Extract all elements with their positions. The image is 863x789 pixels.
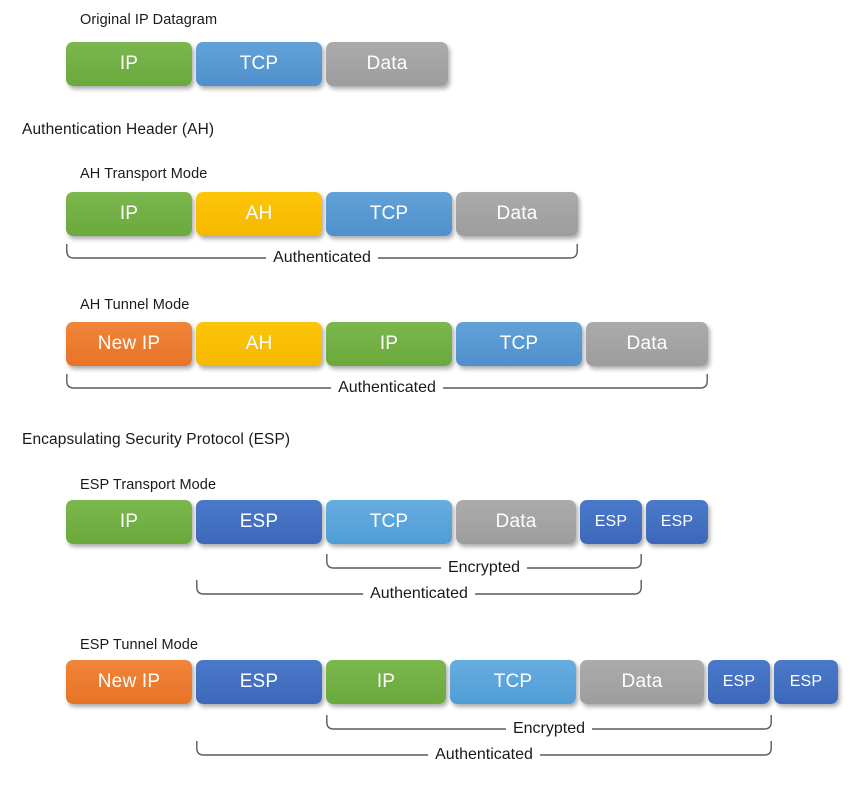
packet-block-data: Data <box>326 42 448 86</box>
packet-block-esp: ESP <box>196 500 322 544</box>
esp-transport-mode-title: ESP Transport Mode <box>80 477 217 493</box>
packet-block-tcp: TCP <box>196 42 322 86</box>
packet-block-esp: ESP <box>646 500 708 544</box>
bracket-authenticated: Authenticated <box>66 370 708 396</box>
bracket-label: Encrypted <box>505 721 593 737</box>
packet-block-data: Data <box>586 322 708 366</box>
bracket-label: Authenticated <box>331 380 443 396</box>
packet-block-ah: AH <box>196 192 322 236</box>
bracket-label: Authenticated <box>363 586 475 602</box>
bracket-authenticated: Authenticated <box>196 737 772 763</box>
packet-block-ah: AH <box>196 322 322 366</box>
packet-block-esp: ESP <box>196 660 322 704</box>
bracket-authenticated: Authenticated <box>196 576 642 602</box>
bracket-encrypted: Encrypted <box>326 711 772 737</box>
packet-block-esp: ESP <box>708 660 770 704</box>
packet-block-ip: IP <box>326 322 452 366</box>
ah-tunnel-mode-title: AH Tunnel Mode <box>80 297 190 313</box>
packet-block-ip: IP <box>66 500 192 544</box>
packet-block-tcp: TCP <box>450 660 576 704</box>
packet-block-ip: IP <box>66 192 192 236</box>
packet-block-esp: ESP <box>774 660 838 704</box>
packet-block-new-ip: New IP <box>66 660 192 704</box>
packet-block-tcp: TCP <box>456 322 582 366</box>
packet-block-tcp: TCP <box>326 500 452 544</box>
bracket-label: Authenticated <box>266 250 378 266</box>
ipsec-packet-format-diagram: Original IP Datagram IP TCP Data Authentic… <box>0 0 863 789</box>
esp-tunnel-mode-title: ESP Tunnel Mode <box>80 637 199 653</box>
section-heading-esp: Encapsulating Security Protocol (ESP) <box>22 431 291 448</box>
bracket-authenticated: Authenticated <box>66 240 578 266</box>
packet-block-data: Data <box>456 192 578 236</box>
packet-block-data: Data <box>456 500 576 544</box>
packet-block-tcp: TCP <box>326 192 452 236</box>
bracket-encrypted: Encrypted <box>326 550 642 576</box>
original-datagram-title: Original IP Datagram <box>80 12 218 28</box>
packet-block-ip: IP <box>66 42 192 86</box>
packet-block-data: Data <box>580 660 704 704</box>
ah-transport-mode-title: AH Transport Mode <box>80 166 208 182</box>
packet-block-new-ip: New IP <box>66 322 192 366</box>
packet-block-esp: ESP <box>580 500 642 544</box>
packet-block-ip: IP <box>326 660 446 704</box>
bracket-label: Authenticated <box>428 747 540 763</box>
section-heading-ah: Authentication Header (AH) <box>22 121 215 138</box>
bracket-label: Encrypted <box>440 560 528 576</box>
